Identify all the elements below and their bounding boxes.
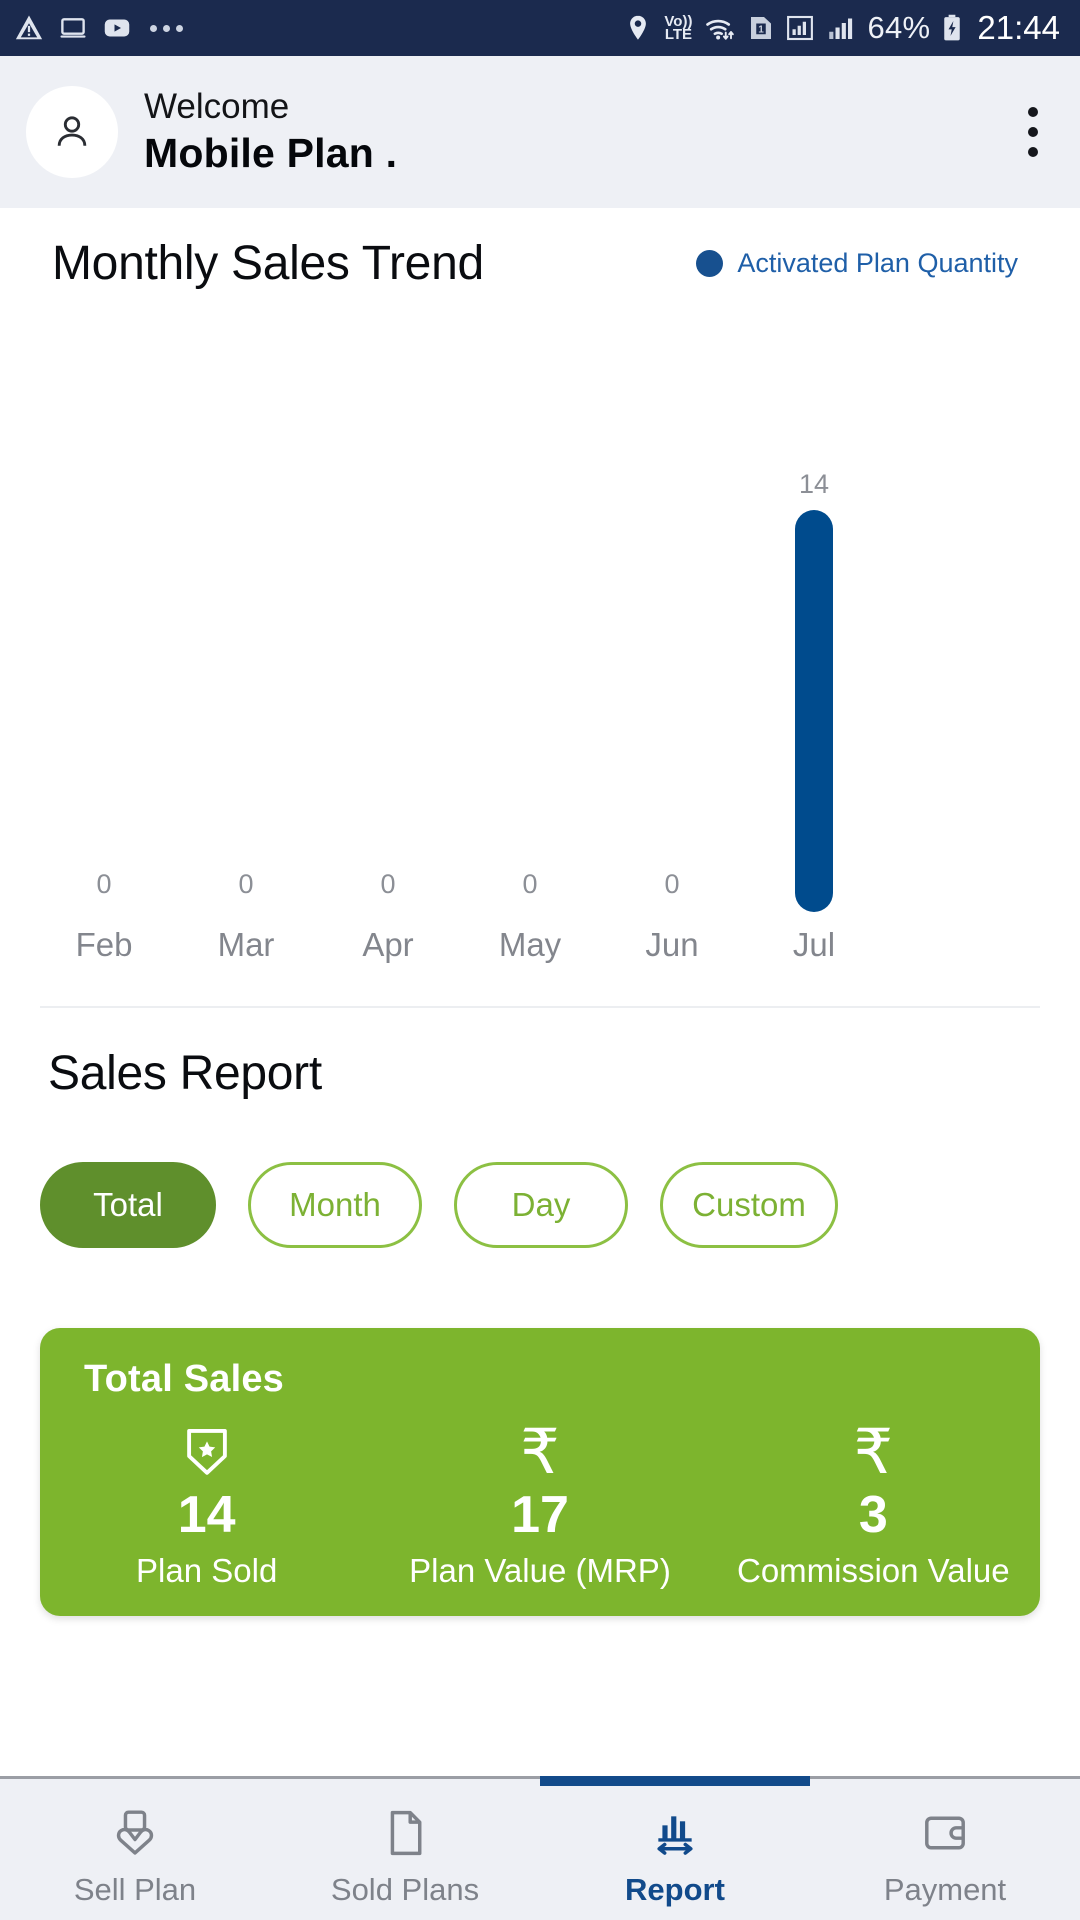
- rupee-icon: ₹: [853, 1414, 894, 1488]
- welcome-block: Welcome Mobile Plan .: [144, 86, 397, 178]
- volte-icon: Vo)) LTE: [664, 14, 693, 43]
- wallet-icon: [919, 1802, 971, 1864]
- stat-plan-sold: 14 Plan Sold: [40, 1421, 373, 1590]
- wifi-icon: [703, 13, 737, 43]
- more-dots-icon: [150, 24, 183, 32]
- chart-title: Monthly Sales Trend: [52, 237, 484, 290]
- status-bar: Vo)) LTE 1 64% 21:44: [0, 0, 1080, 56]
- stat-label: Commission Value: [736, 1552, 1010, 1590]
- chart-bar: [795, 510, 833, 912]
- battery-charging-icon: [941, 13, 963, 43]
- x-axis-label: Feb: [75, 926, 133, 963]
- nav-active-indicator: [540, 1776, 810, 1786]
- bar-value-label: 0: [664, 869, 680, 899]
- chart-column: 0: [166, 312, 326, 912]
- signal-boxed-icon: [785, 13, 815, 43]
- user-avatar-icon: [57, 116, 87, 146]
- chart-plot-area: 0 0 0 0 0 14: [18, 312, 1062, 912]
- total-sales-title: Total Sales: [84, 1358, 285, 1400]
- chart-bar: [653, 910, 691, 912]
- stat-label: Plan Sold: [136, 1552, 278, 1590]
- section-divider: [40, 1006, 1040, 1008]
- bar-value-label: 0: [522, 869, 538, 899]
- sales-report-title: Sales Report: [48, 1047, 322, 1100]
- chart-header: Monthly Sales Trend Activated Plan Quant…: [18, 208, 1062, 291]
- filter-pill-day[interactable]: Day: [454, 1162, 628, 1248]
- nav-item-sell-plan[interactable]: Sell Plan: [0, 1802, 270, 1920]
- volte-bottom: LTE: [664, 26, 693, 43]
- sell-plan-icon: [109, 1802, 161, 1864]
- filter-pill-custom[interactable]: Custom: [660, 1162, 838, 1248]
- avatar[interactable]: [26, 86, 118, 178]
- x-axis-label: Jun: [645, 926, 699, 963]
- bar-value-label: 0: [96, 869, 112, 899]
- legend-label: Activated Plan Quantity: [737, 248, 1018, 278]
- chart-column: 0: [24, 312, 184, 912]
- app-header: Welcome Mobile Plan .: [0, 56, 1080, 208]
- chart-bar: [369, 910, 407, 912]
- nav-item-payment[interactable]: Payment: [810, 1802, 1080, 1920]
- report-filter-group: Total Month Day Custom: [40, 1162, 1040, 1248]
- monthly-sales-trend-card: Monthly Sales Trend Activated Plan Quant…: [18, 208, 1062, 1018]
- stat-label: Plan Value (MRP): [409, 1552, 671, 1590]
- chart-bar: [227, 910, 265, 912]
- nav-label: Sold Plans: [330, 1872, 480, 1907]
- document-icon: [379, 1802, 431, 1864]
- filter-pill-month[interactable]: Month: [248, 1162, 422, 1248]
- nav-label: Sell Plan: [73, 1872, 197, 1907]
- bar-value-label: 0: [238, 869, 254, 899]
- legend-dot-icon: [696, 250, 724, 277]
- bar-value-label: 0: [380, 869, 396, 899]
- chart-column: 0: [308, 312, 468, 912]
- stat-commission-value: ₹ 3 Commission Value: [707, 1414, 1040, 1590]
- welcome-text: Welcome: [144, 87, 290, 127]
- laptop-icon: [58, 13, 88, 43]
- signal-bars-icon: [826, 13, 856, 43]
- shield-star-icon: [178, 1421, 236, 1483]
- status-bar-left: [14, 13, 183, 43]
- status-bar-right: Vo)) LTE 1 64% 21:44: [623, 9, 1060, 47]
- stat-value: 17: [511, 1486, 569, 1544]
- bar-chart-arrow-icon: [648, 1802, 702, 1864]
- chart-legend[interactable]: Activated Plan Quantity: [696, 248, 1032, 279]
- chart-bar: [85, 910, 123, 912]
- bottom-navigation: Sell Plan Sold Plans Report Payment: [0, 1776, 1080, 1920]
- nav-label: Payment: [883, 1872, 1007, 1907]
- bar-value-label: 14: [798, 469, 830, 499]
- x-axis-label: Mar: [217, 926, 275, 963]
- kebab-menu-icon[interactable]: [1020, 97, 1046, 167]
- chart-bar: [511, 910, 549, 912]
- nav-item-sold-plans[interactable]: Sold Plans: [270, 1802, 540, 1920]
- x-axis-label: May: [498, 926, 562, 963]
- filter-pill-total[interactable]: Total: [40, 1162, 216, 1248]
- total-sales-card: Total Sales 14 Plan Sold ₹ 17 Plan Value…: [40, 1328, 1040, 1616]
- battery-percent: 64%: [867, 10, 931, 45]
- chart-column: 0: [450, 312, 610, 912]
- chart-column: 0: [592, 312, 752, 912]
- nav-label: Report: [625, 1872, 725, 1907]
- location-pin-icon: [623, 13, 653, 43]
- warning-icon: [14, 13, 44, 43]
- svg-text:1: 1: [759, 25, 765, 36]
- x-axis-label: Jul: [792, 926, 836, 963]
- chart-column: 14: [734, 312, 894, 912]
- youtube-icon: [102, 13, 132, 43]
- clock-time: 21:44: [977, 9, 1060, 46]
- rupee-icon: ₹: [520, 1414, 560, 1488]
- chart-x-axis: Feb Mar Apr May Jun Jul: [18, 926, 1062, 986]
- stat-plan-value: ₹ 17 Plan Value (MRP): [373, 1414, 706, 1590]
- total-sales-stats: 14 Plan Sold ₹ 17 Plan Value (MRP) ₹ 3 C…: [40, 1414, 1040, 1590]
- nav-item-report[interactable]: Report: [540, 1802, 810, 1920]
- username-text: Mobile Plan .: [144, 129, 398, 176]
- stat-value: 3: [858, 1486, 888, 1544]
- x-axis-label: Apr: [362, 926, 414, 963]
- stat-value: 14: [177, 1486, 236, 1544]
- sim-card-icon: 1: [748, 13, 774, 43]
